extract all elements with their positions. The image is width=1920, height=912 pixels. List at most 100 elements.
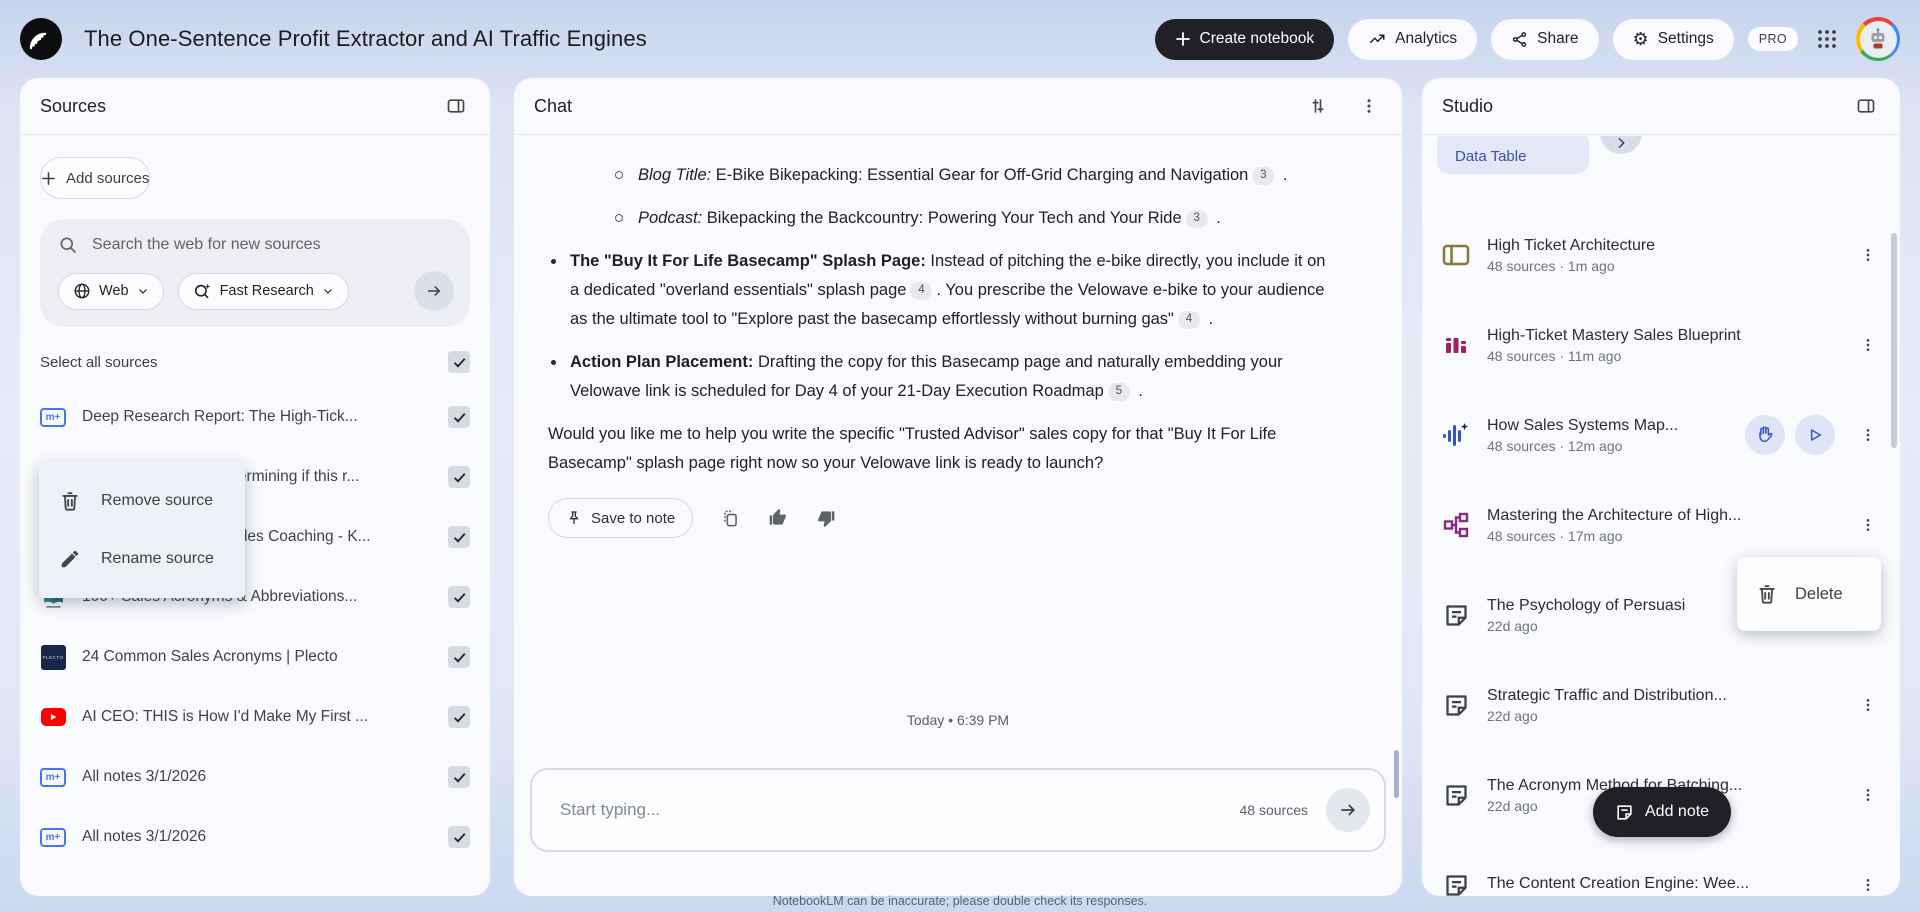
source-row[interactable]: m+ All notes 3/1/2026 (20, 747, 490, 807)
more-vert-icon (1367, 99, 1371, 113)
chat-settings-button[interactable] (1304, 92, 1332, 120)
source-checkbox[interactable] (448, 706, 470, 728)
source-row[interactable]: m+ Deep Research Report: The High-Tick..… (20, 387, 490, 447)
chevron-right-icon (1618, 137, 1625, 149)
add-sources-button[interactable]: Add sources (40, 157, 151, 199)
studio-item[interactable]: Strategic Traffic and Distribution... 22… (1422, 660, 1900, 750)
chat-scrollbar-thumb[interactable] (1394, 750, 1399, 798)
play-icon (1810, 429, 1822, 441)
create-notebook-button[interactable]: Create notebook (1154, 18, 1335, 60)
apps-grid-button[interactable] (1816, 28, 1838, 50)
share-icon (1511, 31, 1528, 48)
analytics-button[interactable]: Analytics (1348, 18, 1478, 60)
thumbs-down-button[interactable] (816, 508, 836, 528)
more-vert-icon (1866, 879, 1870, 891)
citation-chip[interactable]: 3 (1252, 166, 1275, 185)
source-checkbox[interactable] (448, 526, 470, 548)
chat-bullet: The "Buy It For Life Basecamp" Splash Pa… (548, 247, 1330, 334)
chat-input[interactable] (560, 800, 1240, 820)
studio-item-more-button[interactable] (1854, 871, 1882, 896)
mind-map-icon (1440, 511, 1472, 539)
remove-source-menu-item[interactable]: Remove source (39, 472, 245, 530)
chat-sub-bullet: Podcast: Bikepacking the Backcountry: Po… (612, 204, 1330, 233)
settings-label: Settings (1657, 30, 1714, 47)
gear-icon: ⚙ (1632, 28, 1649, 49)
copy-button[interactable] (721, 509, 740, 528)
check-icon (453, 712, 465, 723)
source-row[interactable]: AI CEO: THIS is How I'd Make My First ..… (20, 687, 490, 747)
collapse-panel-button[interactable] (442, 92, 470, 120)
sources-title: Sources (40, 95, 107, 116)
pro-badge: PRO (1747, 27, 1798, 51)
studio-scrollbar-thumb[interactable] (1891, 233, 1897, 448)
youtube-icon (40, 704, 66, 730)
avatar[interactable] (1856, 17, 1900, 61)
studio-item-title: The Content Creation Engine: Wee... (1487, 874, 1750, 892)
studio-item[interactable]: How Sales Systems Map... 48 sources · 12… (1422, 390, 1900, 480)
bar-chart-icon (1440, 331, 1472, 359)
notebooklm-logo-icon[interactable] (20, 18, 62, 60)
studio-item[interactable]: The Content Creation Engine: Wee... (1422, 840, 1900, 896)
send-button[interactable] (1326, 788, 1370, 832)
arrow-right-icon (428, 285, 441, 297)
source-checkbox[interactable] (448, 586, 470, 608)
studio-item-title: High-Ticket Mastery Sales Blueprint (1487, 326, 1741, 344)
source-checkbox[interactable] (448, 826, 470, 848)
citation-chip[interactable]: 4 (1177, 310, 1200, 329)
studio-item-meta: 48 sources · 1m ago (1487, 257, 1615, 274)
interactive-mode-button[interactable] (1745, 415, 1785, 455)
search-input[interactable] (92, 236, 454, 254)
rename-source-menu-item[interactable]: Rename source (39, 530, 245, 588)
studio-item-more-button[interactable] (1854, 241, 1882, 269)
source-checkbox[interactable] (448, 466, 470, 488)
check-icon (453, 772, 465, 783)
plecto-logo-icon: PLECTO (40, 644, 66, 670)
source-row[interactable]: m+ All notes 3/1/2026 (20, 807, 490, 867)
add-note-button[interactable]: Add note (1593, 787, 1732, 837)
globe-icon (74, 283, 90, 299)
settings-button[interactable]: ⚙ Settings (1612, 18, 1734, 60)
citation-chip[interactable]: 5 (1107, 382, 1130, 401)
sources-count: 48 sources (1239, 802, 1308, 818)
citation-chip[interactable]: 4 (910, 281, 933, 300)
citation-chip[interactable]: 3 (1185, 209, 1208, 228)
tune-icon (1312, 99, 1324, 113)
research-mode-dropdown[interactable]: Fast Research (177, 272, 349, 310)
studio-item-more-button[interactable] (1854, 691, 1882, 719)
save-to-note-button[interactable]: Save to note (548, 498, 694, 538)
share-button[interactable]: Share (1491, 18, 1599, 60)
more-vert-icon (1866, 699, 1870, 711)
search-submit-button[interactable] (414, 271, 454, 311)
studio-item[interactable]: High-Ticket Mastery Sales Blueprint 48 s… (1422, 300, 1900, 390)
select-all-label: Select all sources (40, 353, 158, 371)
panel-collapse-icon (1857, 99, 1875, 113)
trash-icon (1759, 585, 1775, 604)
studio-item-more-button[interactable] (1854, 781, 1882, 809)
create-notebook-label: Create notebook (1199, 30, 1315, 47)
check-icon (453, 832, 465, 843)
studio-item-more-button[interactable] (1854, 421, 1882, 449)
note-icon (1440, 782, 1472, 809)
data-table-icon (1440, 242, 1472, 268)
data-table-chip[interactable]: Data Table (1437, 136, 1589, 174)
chat-more-button[interactable] (1356, 93, 1382, 119)
expand-panel-button[interactable] (1852, 92, 1880, 120)
select-all-checkbox[interactable] (448, 351, 470, 373)
web-filter-dropdown[interactable]: Web (58, 272, 164, 310)
data-table-open-button[interactable] (1600, 136, 1642, 154)
source-checkbox[interactable] (448, 406, 470, 428)
source-checkbox[interactable] (448, 646, 470, 668)
remove-source-label: Remove source (101, 492, 214, 509)
studio-body: Data Table High Ticket Architecture 48 s… (1422, 136, 1900, 896)
delete-menu-item[interactable]: Delete (1737, 557, 1881, 631)
studio-item-meta: 22d ago (1487, 707, 1538, 724)
studio-item-more-button[interactable] (1854, 331, 1882, 359)
thumbs-up-button[interactable] (768, 508, 788, 528)
studio-item[interactable]: High Ticket Architecture 48 sources · 1m… (1422, 210, 1900, 300)
studio-item-more-button[interactable] (1854, 511, 1882, 539)
play-button[interactable] (1795, 415, 1835, 455)
studio-item-title: Strategic Traffic and Distribution... (1487, 686, 1727, 704)
source-row[interactable]: PLECTO 24 Common Sales Acronyms | Plecto (20, 627, 490, 687)
source-checkbox[interactable] (448, 766, 470, 788)
notebook-title: The One-Sentence Profit Extractor and AI… (84, 26, 647, 51)
